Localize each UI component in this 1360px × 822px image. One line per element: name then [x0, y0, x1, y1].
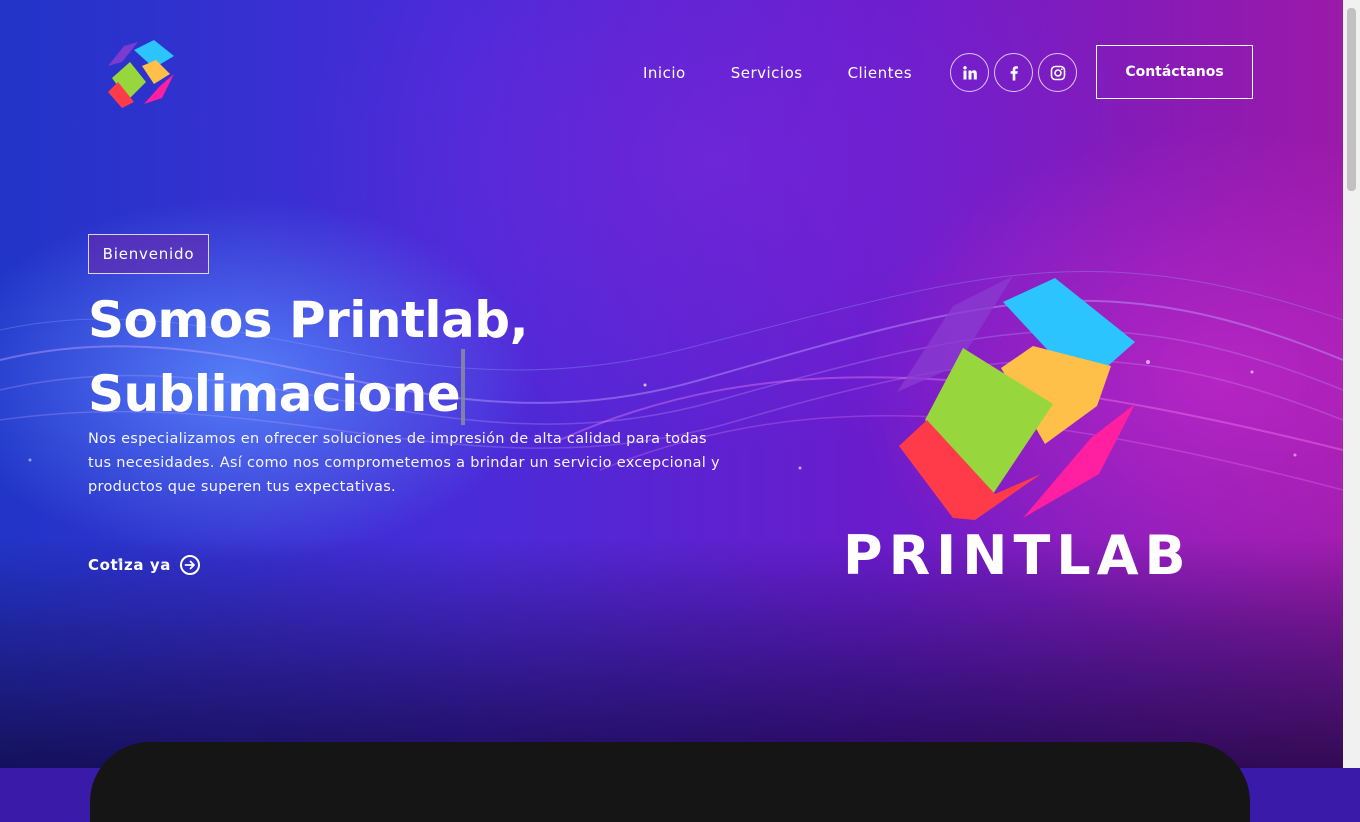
- hero-description: Nos especializamos en ofrecer soluciones…: [88, 431, 720, 495]
- printlab-logo-icon[interactable]: [104, 38, 178, 110]
- printlab-brand-mark-icon: [897, 276, 1135, 520]
- linkedin-button[interactable]: [950, 53, 989, 92]
- arrow-right-circle-icon: [180, 555, 201, 575]
- linkedin-icon: [962, 65, 977, 79]
- scrollbar-thumb[interactable]: [1347, 8, 1356, 191]
- nav-inicio[interactable]: Inicio: [643, 63, 686, 83]
- instagram-button[interactable]: [1038, 53, 1077, 92]
- hero-headline: Somos Printlab, Sublimacione: [88, 291, 529, 425]
- contact-button[interactable]: Contáctanos: [1096, 45, 1253, 99]
- quote-cta-link[interactable]: Cotiza ya: [88, 555, 201, 575]
- headline-typed-text: Sublimacione: [88, 365, 461, 423]
- facebook-button[interactable]: [994, 53, 1033, 92]
- facebook-icon: [1010, 65, 1018, 80]
- social-links: [950, 53, 1082, 92]
- nav-clientes[interactable]: Clientes: [848, 63, 912, 83]
- main-nav: Inicio Servicios Clientes: [643, 63, 912, 83]
- headline-line-2: Sublimacione: [88, 349, 528, 425]
- page-scrollbar[interactable]: [1343, 0, 1360, 768]
- instagram-icon: [1050, 65, 1065, 80]
- nav-servicios[interactable]: Servicios: [731, 63, 803, 83]
- headline-line-1: Somos Printlab,: [88, 291, 529, 349]
- cta-label: Cotiza ya: [88, 556, 172, 574]
- welcome-badge: Bienvenido: [88, 234, 209, 274]
- next-section-top: [90, 742, 1250, 822]
- typing-cursor: [461, 349, 466, 425]
- printlab-wordmark: PRINTLAB: [843, 524, 1192, 587]
